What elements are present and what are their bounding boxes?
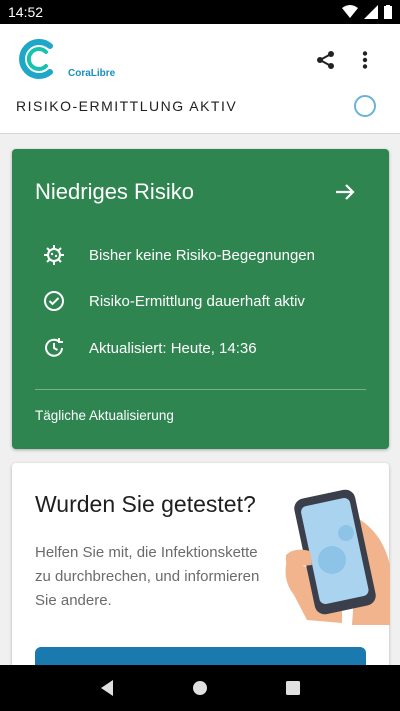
home-circle-icon (192, 681, 207, 695)
app-logo: CoraLibre (16, 38, 136, 80)
test-card[interactable]: Wurden Sie getestet? Helfen Sie mit, die… (12, 463, 390, 665)
risk-title: Niedriges Risiko (35, 179, 194, 204)
status-icons (342, 5, 392, 19)
nav-back-button[interactable] (95, 676, 119, 700)
risk-card[interactable]: Niedriges Risiko Bisher keine Risiko-Beg… (12, 149, 389, 449)
risk-row-text: Aktualisiert: Heute, 14:36 (89, 339, 257, 357)
risk-row-updated: Aktualisiert: Heute, 14:36 (42, 336, 257, 360)
phone-hand-illustration-icon (285, 489, 390, 625)
risk-row-text: Risiko-Ermittlung dauerhaft aktiv (89, 292, 305, 310)
virus-icon (42, 243, 66, 267)
back-triangle-icon (100, 680, 113, 696)
risk-row-encounters: Bisher keine Risiko-Begegnungen (42, 243, 315, 267)
wifi-icon (342, 5, 358, 18)
status-time: 14:52 (8, 4, 44, 20)
risk-row-active: Risiko-Ermittlung dauerhaft aktiv (42, 289, 305, 313)
main-content[interactable]: Niedriges Risiko Bisher keine Risiko-Beg… (0, 135, 400, 665)
app-bar: CoraLibre RISIKO-ERMITTLUNG AKTIV (0, 24, 400, 134)
battery-icon (384, 5, 392, 19)
share-button[interactable] (312, 46, 340, 74)
coralibre-logo-icon (19, 39, 53, 79)
more-vert-icon (362, 51, 368, 69)
signal-icon (364, 5, 378, 19)
divider (35, 389, 366, 390)
recents-square-icon (286, 681, 301, 695)
test-card-body: Helfen Sie mit, die Infektionskette zu d… (35, 544, 260, 609)
update-frequency-label: Tägliche Aktualisierung (35, 408, 174, 423)
system-nav-bar (0, 665, 400, 711)
share-icon (317, 51, 334, 69)
test-card-title: Wurden Sie getestet? (35, 491, 256, 517)
nav-home-button[interactable] (188, 676, 212, 700)
status-ring-icon (354, 95, 376, 117)
risk-status-title: RISIKO-ERMITTLUNG AKTIV (16, 98, 238, 114)
clock-refresh-icon (42, 336, 66, 360)
nav-recents-button[interactable] (281, 676, 305, 700)
status-bar: 14:52 (0, 0, 400, 24)
arrow-right-icon[interactable] (334, 181, 356, 203)
check-circle-icon (42, 289, 66, 313)
overflow-menu-button[interactable] (354, 46, 376, 74)
risk-row-text: Bisher keine Risiko-Begegnungen (89, 246, 315, 264)
logo-text: CoraLibre (68, 68, 116, 79)
test-result-button[interactable] (35, 647, 366, 665)
